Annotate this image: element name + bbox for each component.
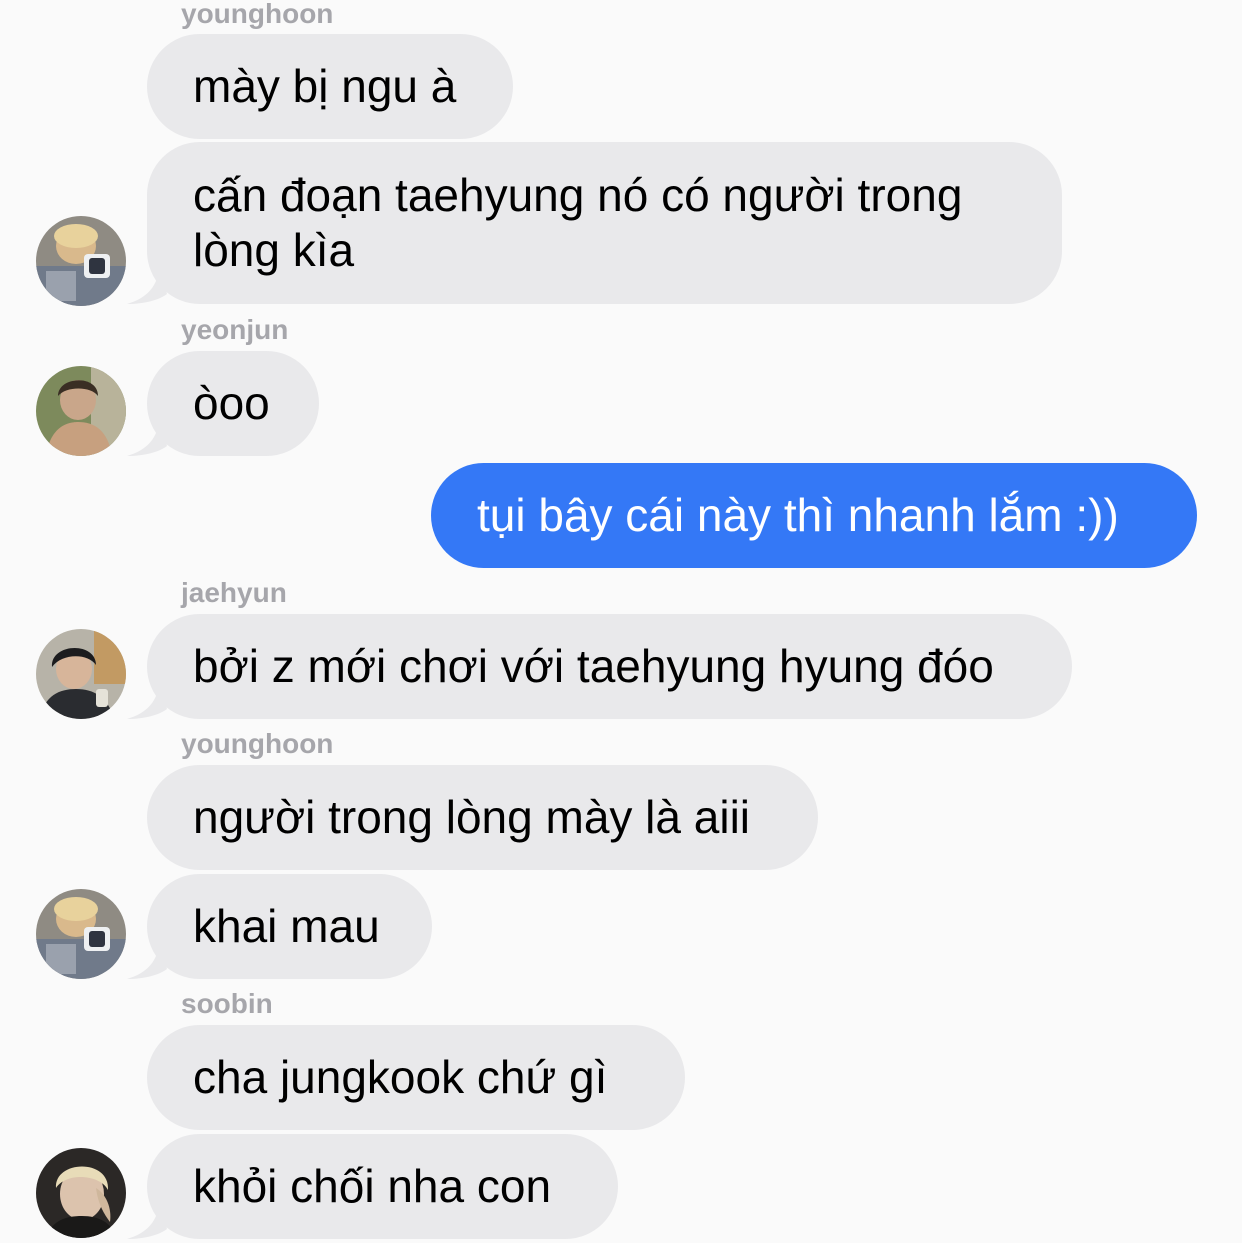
sender-name-yeonjun: yeonjun: [181, 314, 289, 345]
soobin-avatar-icon[interactable]: [36, 1148, 126, 1238]
sender-name-jaehyun: jaehyun: [181, 577, 287, 608]
message-text: tụi bây cái này thì nhanh lắm :)): [477, 489, 1119, 541]
message-bubble-incoming[interactable]: khai mau: [147, 874, 432, 979]
bubble-tail: [127, 264, 167, 304]
yeonjun-avatar-icon[interactable]: [36, 366, 126, 456]
bubble-tail: [127, 939, 167, 979]
younghoon-avatar-icon[interactable]: [36, 216, 126, 306]
sender-name-younghoon: younghoon: [181, 728, 334, 759]
bubble-tail: [127, 679, 167, 719]
message-text-line: cấn đoạn taehyung nó có người trong: [193, 169, 963, 221]
message-text-line: lòng kìa: [193, 224, 355, 276]
younghoon-avatar-icon[interactable]: [36, 889, 126, 979]
bubble-tail: [127, 416, 167, 456]
message-bubble-incoming[interactable]: òoo: [147, 351, 319, 456]
sender-name-younghoon: younghoon: [181, 0, 334, 29]
message-bubble-incoming[interactable]: cha jungkook chứ gì: [147, 1025, 685, 1130]
sender-name-soobin: soobin: [181, 988, 273, 1019]
message-bubble-incoming[interactable]: cấn đoạn taehyung nó có người trong lòng…: [147, 142, 1062, 304]
message-text: òoo: [193, 377, 270, 429]
message-bubble-incoming[interactable]: khỏi chối nha con: [147, 1134, 618, 1239]
message-text: khai mau: [193, 900, 380, 952]
bubble-tail: [127, 1199, 167, 1239]
message-text: người trong lòng mày là aiii: [193, 791, 751, 843]
message-bubble-incoming[interactable]: mày bị ngu à: [147, 34, 513, 139]
message-bubble-incoming[interactable]: người trong lòng mày là aiii: [147, 765, 818, 870]
message-text: mày bị ngu à: [193, 60, 457, 112]
message-text: khỏi chối nha con: [193, 1160, 552, 1212]
message-bubble-outgoing[interactable]: tụi bây cái này thì nhanh lắm :)): [431, 463, 1197, 568]
message-text: bởi z mới chơi với taehyung hyung đóo: [193, 640, 994, 692]
jaehyun-avatar-icon[interactable]: [36, 629, 126, 719]
message-text: cha jungkook chứ gì: [193, 1051, 608, 1103]
message-bubble-incoming[interactable]: bởi z mới chơi với taehyung hyung đóo: [147, 614, 1072, 719]
